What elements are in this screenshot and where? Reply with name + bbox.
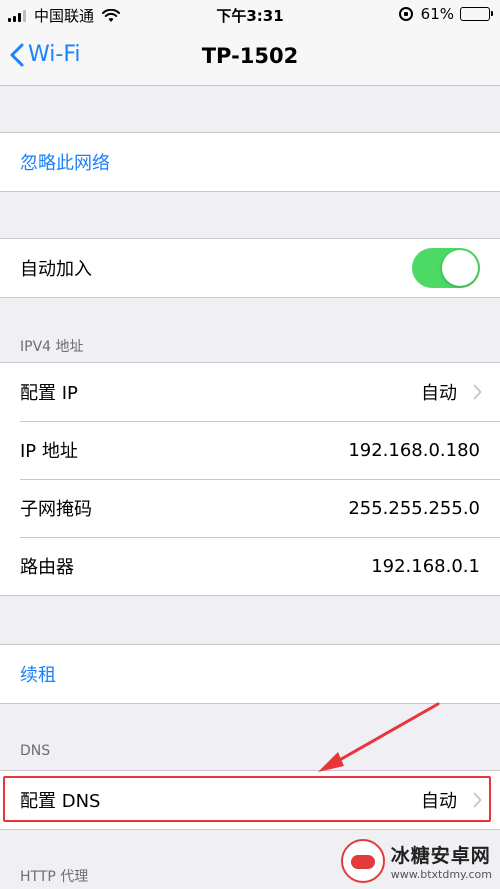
watermark-url: www.btxtdmy.com — [390, 868, 492, 881]
watermark-title: 冰糖安卓网 — [390, 845, 491, 867]
site-watermark: 冰糖安卓网 www.btxtdmy.com — [340, 839, 492, 883]
http-proxy-section-header: HTTP 代理 — [20, 869, 89, 885]
watermark-logo-icon — [340, 839, 385, 883]
watermark-text: 冰糖安卓网 www.btxtdmy.com — [391, 841, 492, 881]
annotation-arrow-icon — [318, 702, 440, 772]
